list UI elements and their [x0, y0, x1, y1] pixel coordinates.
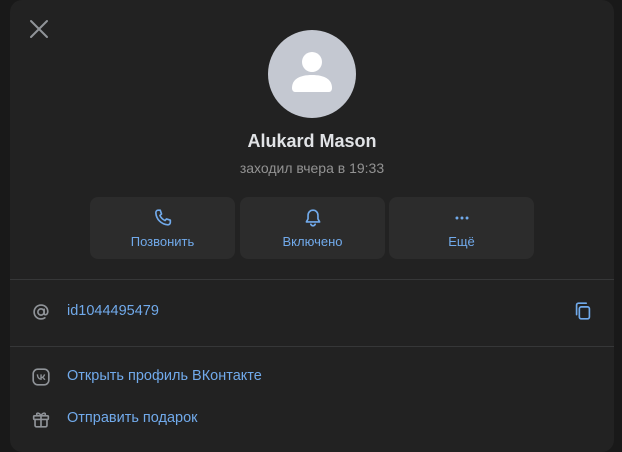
profile-panel: Alukard Mason заходил вчера в 19:33 Позв… [10, 0, 614, 452]
send-gift-row[interactable]: Отправить подарок [10, 402, 614, 436]
more-button[interactable]: Ещё [389, 197, 534, 259]
divider [10, 346, 614, 347]
close-button[interactable] [28, 18, 50, 40]
more-icon [454, 216, 469, 220]
more-button-label: Ещё [448, 234, 475, 249]
notifications-button-label: Включено [282, 234, 343, 249]
close-icon [30, 20, 48, 38]
avatar[interactable] [268, 30, 356, 118]
call-button-label: Позвонить [130, 234, 195, 249]
at-sign-icon [33, 304, 49, 320]
call-button[interactable]: Позвонить [90, 197, 235, 259]
divider [10, 279, 614, 280]
gift-icon [32, 412, 50, 428]
user-id-row[interactable]: id1044495479 [10, 295, 614, 329]
user-placeholder-icon [292, 52, 332, 92]
copy-icon [575, 302, 591, 320]
notifications-button[interactable]: Включено [240, 197, 385, 259]
open-profile-row[interactable]: Открыть профиль ВКонтакте [10, 360, 614, 394]
send-gift-link[interactable]: Отправить подарок [67, 410, 198, 426]
bell-icon [305, 209, 320, 227]
copy-button[interactable] [572, 300, 594, 322]
open-profile-link[interactable]: Открыть профиль ВКонтакте [67, 368, 262, 384]
vk-logo-icon [32, 368, 50, 386]
profile-name: Alukard Mason [247, 131, 377, 151]
last-seen-status: заходил вчера в 19:33 [239, 160, 385, 176]
phone-icon [154, 209, 171, 226]
user-id-link[interactable]: id1044495479 [67, 303, 159, 319]
